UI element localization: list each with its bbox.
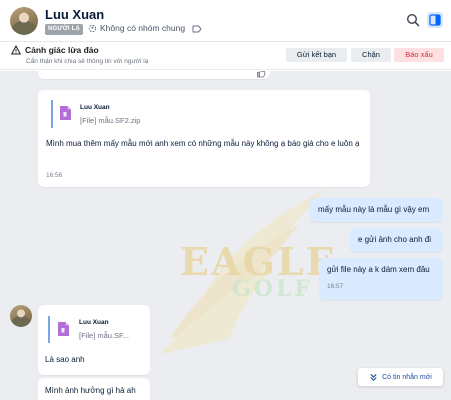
warning-icon — [11, 45, 21, 55]
common-group-info[interactable]: Không có nhóm chung — [88, 23, 185, 33]
contact-name[interactable]: Luu Xuan — [45, 7, 104, 22]
message-time: 16:57 — [327, 283, 344, 290]
avatar[interactable] — [10, 7, 38, 35]
block-button[interactable]: Chặn — [351, 48, 391, 62]
message-text: Là sao anh — [45, 355, 85, 364]
add-friend-button[interactable]: Gửi kết bạn — [286, 48, 347, 62]
file-name: [File] mẫu.SF2.zip — [80, 116, 141, 125]
outgoing-message[interactable]: mấy mẫu này là mẫu gì vậy em — [309, 198, 443, 222]
new-message-label: Có tin nhắn mới — [382, 373, 432, 381]
warning-subtitle: Cẩn thận khi chia sẻ thông tin với người… — [26, 58, 149, 65]
message-time: 16:56 — [46, 172, 63, 179]
file-icon — [60, 106, 71, 120]
message-text: Mình ảnh hưởng gì hả ah — [45, 386, 136, 395]
search-icon[interactable] — [406, 13, 420, 27]
tag-icon[interactable] — [192, 25, 202, 33]
file-name: [File] mẫu.SF... — [79, 331, 130, 340]
side-panel-icon — [429, 14, 441, 26]
warning-title: Cảnh giác lừa đảo — [11, 45, 99, 55]
file-sender: Luu Xuan — [79, 319, 109, 326]
outgoing-message[interactable]: e gửi ảnh cho anh đi — [350, 228, 443, 252]
watermark-golf-text: GOLF — [232, 276, 314, 302]
message-text: mấy mẫu này là mẫu gì vậy em — [318, 205, 430, 214]
message-text: Mình mua thêm mấy mẫu mới anh xem có nhữ… — [46, 139, 360, 148]
sender-avatar[interactable] — [10, 305, 32, 327]
outgoing-message[interactable]: gửi file này a k dám xem đâu 16:57 — [319, 258, 443, 300]
message-bubble-partial[interactable] — [38, 71, 270, 79]
warning-title-text: Cảnh giác lừa đảo — [25, 45, 99, 55]
people-icon — [88, 24, 97, 32]
common-group-label: Không có nhóm chung — [100, 23, 186, 33]
chat-area[interactable]: EAGLE GOLF Luu Xuan [File] mẫu.SF2.zip M… — [0, 71, 451, 400]
side-panel-button[interactable] — [427, 12, 443, 28]
incoming-message[interactable]: Luu Xuan [File] mẫu.SF... Là sao anh — [38, 305, 150, 375]
file-attachment[interactable]: Luu Xuan [File] mẫu.SF2.zip — [51, 100, 201, 128]
chat-header: Luu Xuan NGƯỜI LẠ Không có nhóm chung — [0, 0, 451, 42]
file-attachment[interactable]: Luu Xuan [File] mẫu.SF... — [48, 316, 140, 343]
message-text: gửi file này a k dám xem đâu — [327, 265, 430, 274]
like-reaction-icon[interactable] — [256, 71, 266, 78]
report-button[interactable]: Báo xấu — [394, 48, 444, 62]
stranger-badge: NGƯỜI LẠ — [45, 24, 84, 35]
incoming-message[interactable]: Luu Xuan [File] mẫu.SF2.zip Mình mua thê… — [38, 90, 370, 187]
new-message-button[interactable]: Có tin nhắn mới — [358, 368, 443, 386]
message-text: e gửi ảnh cho anh đi — [358, 235, 431, 244]
chevron-double-down-icon — [370, 373, 377, 381]
file-sender: Luu Xuan — [80, 104, 110, 111]
file-icon — [58, 322, 69, 336]
incoming-message[interactable]: Mình ảnh hưởng gì hả ah — [38, 378, 150, 400]
